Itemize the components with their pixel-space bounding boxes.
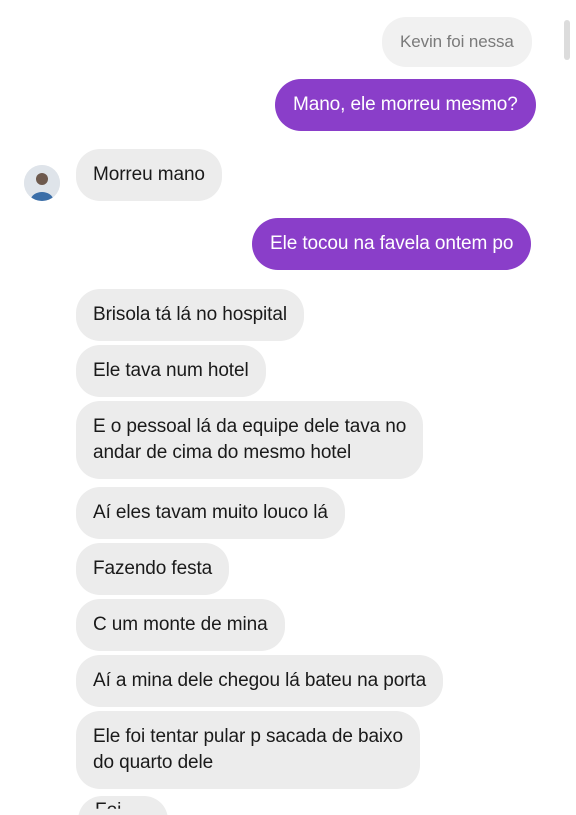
message-text: Mano, ele morreu mesmo?: [293, 94, 518, 115]
message-bubble-received[interactable]: Fazendo festa: [76, 543, 230, 595]
message-text: C um monte de mina: [93, 614, 268, 635]
scrollbar-indicator[interactable]: [564, 20, 570, 60]
message-bubble-received[interactable]: Aí eles tavam muito louco lá: [76, 487, 345, 539]
user-avatar-icon: [24, 165, 60, 201]
message-text-line: E o pessoal lá da equipe dele tava no: [93, 416, 407, 437]
message-text-line: andar de cima do mesmo hotel: [93, 442, 352, 463]
message-bubble-received[interactable]: Morreu mano: [76, 149, 222, 201]
message-text: Ele tava num hotel: [93, 360, 249, 381]
chat-thread: Kevin foi nessa Mano, ele morreu mesmo? …: [0, 0, 576, 815]
message-bubble-received[interactable]: Ele tava num hotel: [76, 345, 266, 397]
message-text-line: do quarto dele: [93, 752, 214, 773]
message-text: Morreu mano: [93, 164, 205, 185]
message-bubble-sent[interactable]: Ele tocou na favela ontem po: [252, 218, 532, 270]
message-text: Aí a mina dele chegou lá bateu na porta: [93, 670, 427, 691]
message-text-line: Ele foi tentar pular p sacada de baixo: [93, 726, 403, 747]
message-text: Aí eles tavam muito louco lá: [93, 502, 328, 523]
message-bubble-received[interactable]: C um monte de mina: [76, 599, 285, 651]
message-bubble-received[interactable]: Ele foi tentar pular p sacada de baixo d…: [76, 711, 420, 789]
contact-avatar[interactable]: [24, 165, 60, 201]
message-text: Fazendo festa: [93, 558, 213, 579]
message-text: Ele tocou na favela ontem po: [270, 233, 514, 254]
message-bubble-received[interactable]: Aí a mina dele chegou lá bateu na porta: [76, 655, 444, 707]
message-text: Brisola tá lá no hospital: [93, 304, 287, 325]
message-bubble-sent[interactable]: Mano, ele morreu mesmo?: [275, 79, 536, 131]
message-bubble-received[interactable]: Brisola tá lá no hospital: [76, 289, 304, 341]
message-bubble-preview[interactable]: Kevin foi nessa: [382, 17, 532, 67]
message-bubble-received[interactable]: E o pessoal lá da equipe dele tava no an…: [76, 401, 424, 479]
message-text: Kevin foi nessa: [400, 32, 514, 51]
